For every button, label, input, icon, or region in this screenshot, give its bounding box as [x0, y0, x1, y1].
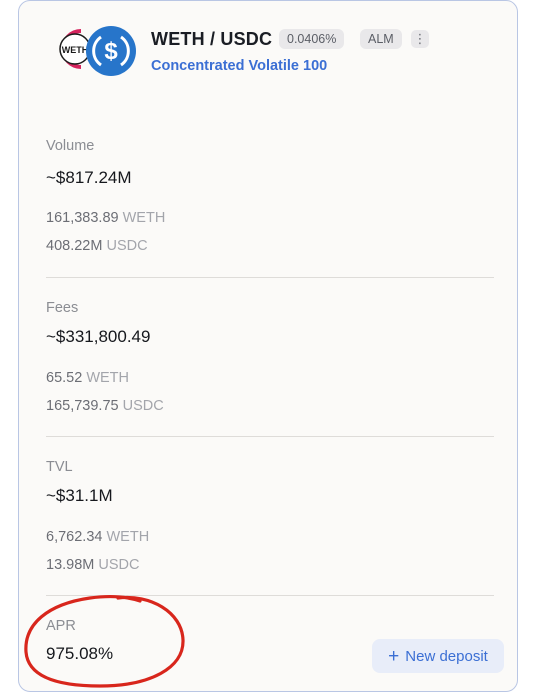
fees-token-b-amount: 165,739.75 [46, 398, 119, 414]
usdc-token-icon: $ [85, 25, 137, 77]
pool-header: WETH $ WETH / USDC 0.0406% ALM ⋮ Concent… [19, 1, 517, 81]
fee-tier-badge: 0.0406% [279, 29, 345, 49]
fees-token-b-unit: USDC [122, 398, 164, 414]
fees-token-b: 165,739.75 USDC [46, 398, 164, 414]
fees-label: Fees [46, 300, 79, 316]
tvl-token-a: 6,762.34 WETH [46, 529, 149, 545]
fees-token-a: 65.52 WETH [46, 370, 129, 386]
apr-value: 975.08% [46, 644, 114, 663]
section-divider [46, 436, 494, 437]
volume-token-b-amount: 408.22M [46, 238, 103, 254]
new-deposit-label: New deposit [405, 648, 488, 665]
fees-token-a-unit: WETH [86, 370, 130, 386]
tvl-token-a-amount: 6,762.34 [46, 529, 103, 545]
volume-section: Volume ~$817.24M 161,383.89 WETH 408.22M… [46, 137, 494, 257]
tvl-token-b: 13.98M USDC [46, 557, 140, 573]
new-deposit-button[interactable]: + New deposit [372, 639, 504, 673]
volume-token-b-unit: USDC [106, 238, 148, 254]
plus-icon: + [388, 646, 400, 667]
tvl-section: TVL ~$31.1M 6,762.34 WETH 13.98M USDC [46, 458, 494, 578]
volume-token-a-unit: WETH [122, 210, 166, 226]
pool-pair-title: WETH / USDC [151, 29, 273, 49]
strategy-link[interactable]: Concentrated Volatile 100 [151, 58, 327, 74]
fees-value: ~$331,800.49 [46, 327, 151, 346]
tvl-value: ~$31.1M [46, 486, 113, 505]
tvl-token-a-unit: WETH [106, 529, 150, 545]
tvl-token-b-amount: 13.98M [46, 557, 95, 573]
volume-token-b: 408.22M USDC [46, 238, 148, 254]
section-divider [46, 277, 494, 278]
tvl-token-b-unit: USDC [98, 557, 140, 573]
svg-text:$: $ [104, 38, 118, 65]
volume-token-a: 161,383.89 WETH [46, 210, 165, 226]
pool-card[interactable]: WETH $ WETH / USDC 0.0406% ALM ⋮ Concent… [18, 0, 518, 692]
volume-value: ~$817.24M [46, 168, 132, 187]
volume-label: Volume [46, 138, 95, 154]
tvl-label: TVL [46, 459, 73, 475]
alm-badge: ALM [360, 29, 402, 49]
apr-label: APR [46, 618, 76, 634]
section-divider [46, 595, 494, 596]
fees-token-a-amount: 65.52 [46, 370, 83, 386]
volume-token-a-amount: 161,383.89 [46, 210, 119, 226]
fees-section: Fees ~$331,800.49 65.52 WETH 165,739.75 … [46, 299, 494, 419]
more-options-icon[interactable]: ⋮ [411, 30, 429, 48]
